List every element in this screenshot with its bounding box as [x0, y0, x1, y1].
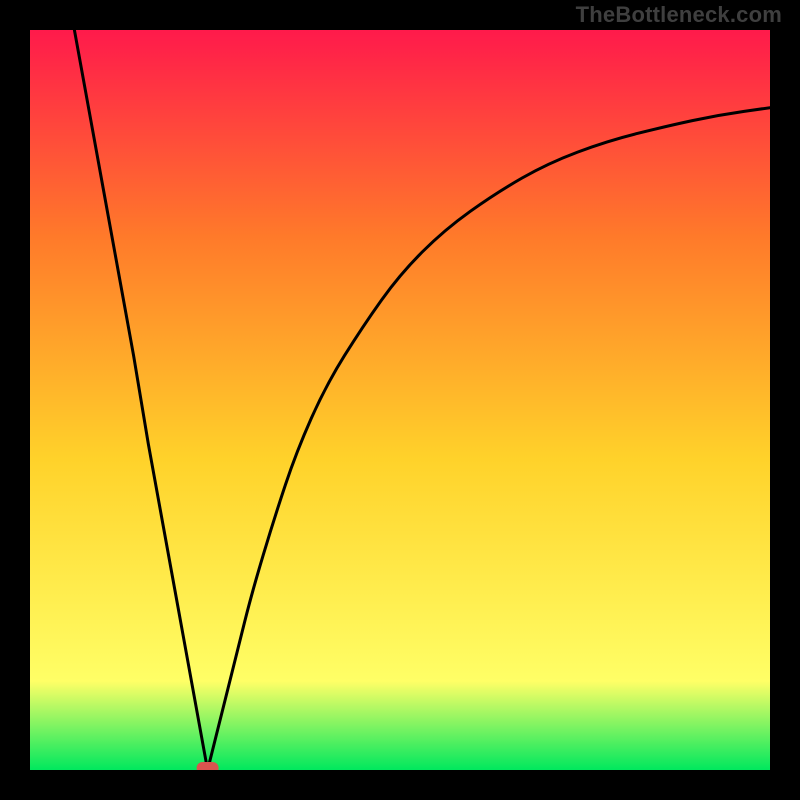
watermark-text: TheBottleneck.com [576, 2, 782, 28]
plot-svg [30, 30, 770, 770]
chart-frame: TheBottleneck.com [0, 0, 800, 800]
plot-area [30, 30, 770, 770]
minimum-marker [197, 762, 219, 770]
